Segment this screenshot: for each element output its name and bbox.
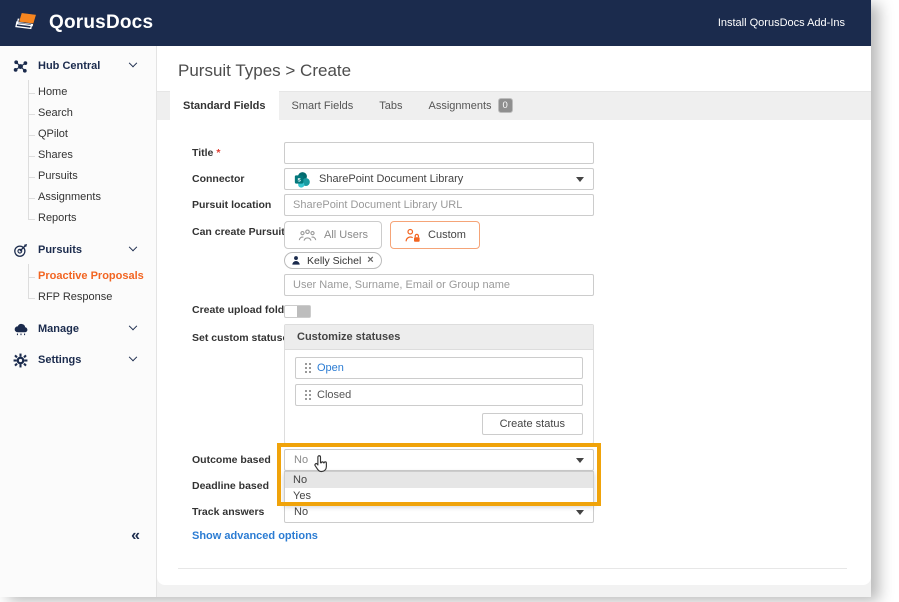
sharepoint-icon: s — [294, 171, 311, 188]
sidebar-item-assignments[interactable]: Assignments — [0, 187, 156, 208]
user-search-row — [192, 274, 847, 296]
connector-select[interactable]: s SharePoint Document Library — [284, 168, 594, 190]
tab-tabs[interactable]: Tabs — [366, 91, 415, 120]
pursuit-location-row: Pursuit location — [192, 194, 847, 216]
sidebar-section-label: Pursuits — [38, 244, 82, 256]
custom-button[interactable]: Custom — [390, 221, 480, 249]
dropdown-caret-icon — [576, 177, 584, 182]
sidebar-section-hub-central[interactable]: Hub Central — [0, 54, 156, 78]
pursuit-location-input[interactable] — [284, 194, 594, 216]
svg-text:s: s — [297, 176, 301, 183]
track-answers-value: No — [294, 506, 308, 518]
custom-statuses-row: Set custom statuses Customize statuses O… — [192, 324, 847, 444]
option-no[interactable]: No — [285, 472, 593, 488]
status-item-closed[interactable]: Closed — [295, 384, 583, 406]
sidebar-section-pursuits[interactable]: Pursuits — [0, 238, 156, 262]
tab-assignments[interactable]: Assignments 0 — [416, 91, 526, 120]
required-asterisk: * — [216, 147, 220, 159]
sidebar-item-pursuits[interactable]: Pursuits — [0, 166, 156, 187]
sidebar-item-proactive-proposals[interactable]: Proactive Proposals — [0, 266, 156, 287]
top-header-bar: QorusDocs Install QorusDocs Add-Ins — [0, 0, 871, 46]
connector-label: Connector — [192, 168, 284, 185]
qorusdocs-logo-icon — [14, 9, 42, 38]
standard-fields-form: Title* Connector — [157, 120, 871, 585]
pursuits-subnav: Proactive Proposals RFP Response — [0, 266, 156, 308]
tab-standard-fields[interactable]: Standard Fields — [170, 91, 279, 120]
title-row: Title* — [192, 142, 847, 164]
can-create-pursuits-label: Can create Pursuits* — [192, 221, 284, 238]
outcome-based-row: Outcome based No No Yes — [192, 449, 847, 470]
target-icon — [12, 243, 29, 258]
hub-icon — [12, 59, 29, 74]
tab-smart-fields[interactable]: Smart Fields — [279, 91, 367, 120]
deadline-based-label: Deadline based — [192, 475, 284, 492]
app-window: QorusDocs Install QorusDocs Add-Ins — [0, 0, 871, 597]
main-content: Pursuit Types > Create Standard Fields S… — [157, 46, 871, 597]
status-item-open[interactable]: Open — [295, 357, 583, 379]
remove-user-icon[interactable]: × — [367, 255, 373, 266]
person-icon — [291, 255, 301, 266]
outcome-based-options: No Yes — [284, 471, 594, 505]
statuses-panel-title: Customize statuses — [285, 325, 593, 350]
custom-statuses-label: Set custom statuses — [192, 324, 284, 344]
pursuit-location-label: Pursuit location — [192, 194, 284, 211]
sidebar: Hub Central Home Search QPilot Shares Pu… — [0, 46, 157, 597]
brand-name: QorusDocs — [49, 12, 153, 34]
create-status-button[interactable]: Create status — [482, 413, 583, 435]
create-upload-folder-toggle[interactable] — [284, 305, 311, 318]
advanced-options-row: Show advanced options — [192, 530, 847, 542]
users-icon — [298, 229, 317, 242]
sidebar-section-manage[interactable]: Manage — [0, 317, 156, 341]
user-chip-name: Kelly Sichel — [307, 255, 361, 267]
sidebar-item-rfp-response[interactable]: RFP Response — [0, 287, 156, 308]
install-addins-link[interactable]: Install QorusDocs Add-Ins — [718, 17, 845, 29]
sidebar-item-home[interactable]: Home — [0, 82, 156, 103]
customize-statuses-panel: Customize statuses Open Closed — [284, 324, 594, 444]
sidebar-item-qpilot[interactable]: QPilot — [0, 124, 156, 145]
sidebar-item-shares[interactable]: Shares — [0, 145, 156, 166]
sidebar-item-search[interactable]: Search — [0, 103, 156, 124]
page-title: Pursuit Types > Create — [157, 46, 871, 91]
assignments-count-badge: 0 — [498, 98, 513, 113]
dropdown-caret-icon — [576, 510, 584, 515]
sidebar-section-label: Hub Central — [38, 60, 100, 72]
outcome-based-select[interactable]: No — [284, 449, 594, 471]
connector-value: SharePoint Document Library — [319, 173, 463, 185]
chevron-down-icon — [129, 353, 137, 361]
drag-handle-icon[interactable] — [305, 363, 307, 365]
brand-logo: QorusDocs — [14, 9, 153, 38]
person-lock-icon — [404, 228, 421, 243]
chevron-down-icon — [129, 322, 137, 330]
create-upload-folder-label: Create upload folder — [192, 302, 284, 316]
dropdown-caret-icon — [576, 458, 584, 463]
sidebar-section-label: Manage — [38, 323, 79, 335]
can-create-pursuits-row: Can create Pursuits* — [192, 221, 847, 249]
gear-icon — [12, 353, 29, 368]
sidebar-item-reports[interactable]: Reports — [0, 208, 156, 229]
user-search-input[interactable] — [284, 274, 594, 296]
outcome-based-value: No — [294, 454, 308, 466]
sidebar-section-label: Settings — [38, 354, 81, 366]
cloud-icon — [12, 322, 29, 336]
drag-handle-icon[interactable] — [305, 390, 307, 392]
selected-users-row: Kelly Sichel × — [192, 252, 847, 271]
all-users-button[interactable]: All Users — [284, 221, 382, 249]
hub-central-subnav: Home Search QPilot Shares Pursuits Assig… — [0, 82, 156, 229]
chevron-down-icon — [129, 59, 137, 67]
title-input[interactable] — [284, 142, 594, 164]
create-upload-folder-row: Create upload folder — [192, 302, 847, 318]
title-label: Title* — [192, 142, 284, 159]
sidebar-section-settings[interactable]: Settings — [0, 348, 156, 372]
show-advanced-options-link[interactable]: Show advanced options — [192, 530, 318, 542]
tab-bar: Standard Fields Smart Fields Tabs Assign… — [157, 91, 871, 120]
option-yes[interactable]: Yes — [285, 488, 593, 504]
connector-row: Connector s — [192, 168, 847, 190]
outcome-based-label: Outcome based — [192, 449, 284, 466]
user-chip: Kelly Sichel × — [284, 252, 382, 269]
section-divider — [178, 568, 847, 569]
chevron-down-icon — [129, 243, 137, 251]
track-answers-label: Track answers — [192, 501, 284, 518]
collapse-sidebar-icon[interactable]: « — [131, 527, 140, 545]
